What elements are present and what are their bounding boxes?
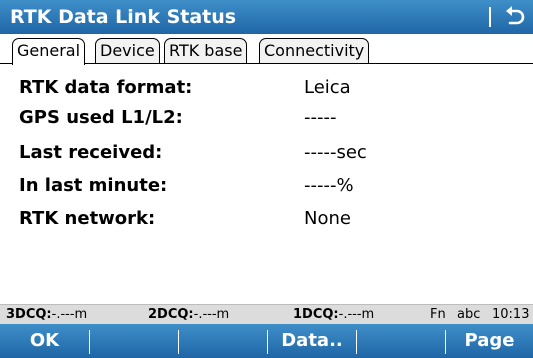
softkey-f1-ok[interactable]: OK [0, 324, 89, 358]
status-3dcq: 3DCQ:-.---m [6, 305, 87, 324]
field-rtk-network: RTK network: None [19, 205, 519, 233]
field-label: GPS used L1/L2: [19, 107, 183, 128]
softkey-f6-page[interactable]: Page [446, 324, 533, 358]
status-bar: 3DCQ:-.---m 2DCQ:-.---m 1DCQ:-.---m Fn a… [0, 304, 533, 324]
field-value: -----sec [304, 142, 367, 163]
field-value: None [304, 208, 351, 229]
field-label: In last minute: [19, 175, 168, 196]
status-3dcq-label: 3DCQ: [6, 307, 52, 322]
clock: 10:13 [492, 307, 530, 322]
status-2dcq-value: -.---m [193, 307, 230, 322]
field-label: RTK network: [19, 208, 156, 229]
title-bar: RTK Data Link Status [0, 0, 533, 34]
softkey-f3[interactable] [179, 324, 267, 358]
tab-device[interactable]: Device [95, 38, 160, 64]
softkey-f5[interactable] [357, 324, 445, 358]
status-1dcq-value: -.---m [338, 307, 375, 322]
field-value: -----% [304, 175, 354, 196]
title-separator [489, 7, 491, 27]
tab-rtk-base[interactable]: RTK base [164, 38, 248, 64]
fn-indicator: Fn [430, 307, 446, 322]
field-rtk-data-format: RTK data format: Leica [19, 74, 519, 102]
field-in-last-minute: In last minute: -----% [19, 172, 519, 200]
softkey-bar: OK Data.. Page [0, 324, 533, 358]
back-button[interactable] [500, 4, 528, 30]
field-last-received: Last received: -----sec [19, 139, 519, 167]
input-mode-indicator: abc [457, 307, 481, 322]
status-2dcq-label: 2DCQ: [148, 307, 194, 322]
tab-general[interactable]: General [12, 38, 86, 65]
field-label: RTK data format: [19, 77, 193, 98]
status-1dcq: 1DCQ:-.---m [293, 305, 374, 324]
field-gps-used: GPS used L1/L2: ----- [19, 104, 519, 132]
tab-connectivity[interactable]: Connectivity [259, 38, 370, 64]
status-1dcq-label: 1DCQ: [293, 307, 339, 322]
status-3dcq-value: -.---m [51, 307, 88, 322]
status-2dcq: 2DCQ:-.---m [148, 305, 229, 324]
back-arrow-icon [506, 6, 525, 25]
field-label: Last received: [19, 142, 163, 163]
field-value: Leica [304, 77, 351, 98]
tab-bar: General Device RTK base Connectivity [0, 34, 533, 65]
softkey-f4-data[interactable]: Data.. [268, 324, 356, 358]
window-title: RTK Data Link Status [10, 6, 237, 28]
softkey-f2[interactable] [90, 324, 178, 358]
field-value: ----- [304, 107, 337, 128]
general-panel: RTK data format: Leica GPS used L1/L2: -… [0, 64, 533, 300]
